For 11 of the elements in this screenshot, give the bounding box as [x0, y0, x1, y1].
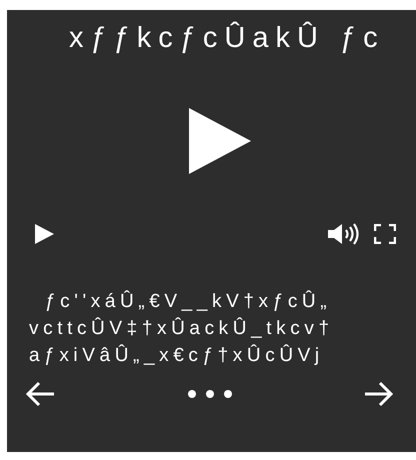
play-icon[interactable] — [188, 108, 250, 174]
play-icon[interactable] — [35, 224, 54, 244]
volume-icon[interactable] — [328, 223, 360, 245]
caption-line: aƒxiVâÛ„_x€cƒ†xÛcÛVj — [29, 343, 325, 368]
caption-line: vcttcÛV‡†xÛackÛ_tkcv† — [29, 316, 335, 341]
caption-line: ƒc''xáÛ„€V__kV†xƒcÛ„ — [44, 289, 332, 314]
forward-arrow-icon[interactable] — [364, 381, 394, 407]
fullscreen-icon[interactable] — [374, 224, 396, 244]
video-title: xƒƒkcƒcÛakÛ ƒc — [68, 20, 386, 56]
back-arrow-icon[interactable] — [25, 381, 55, 407]
page-dots-icon — [186, 389, 232, 399]
